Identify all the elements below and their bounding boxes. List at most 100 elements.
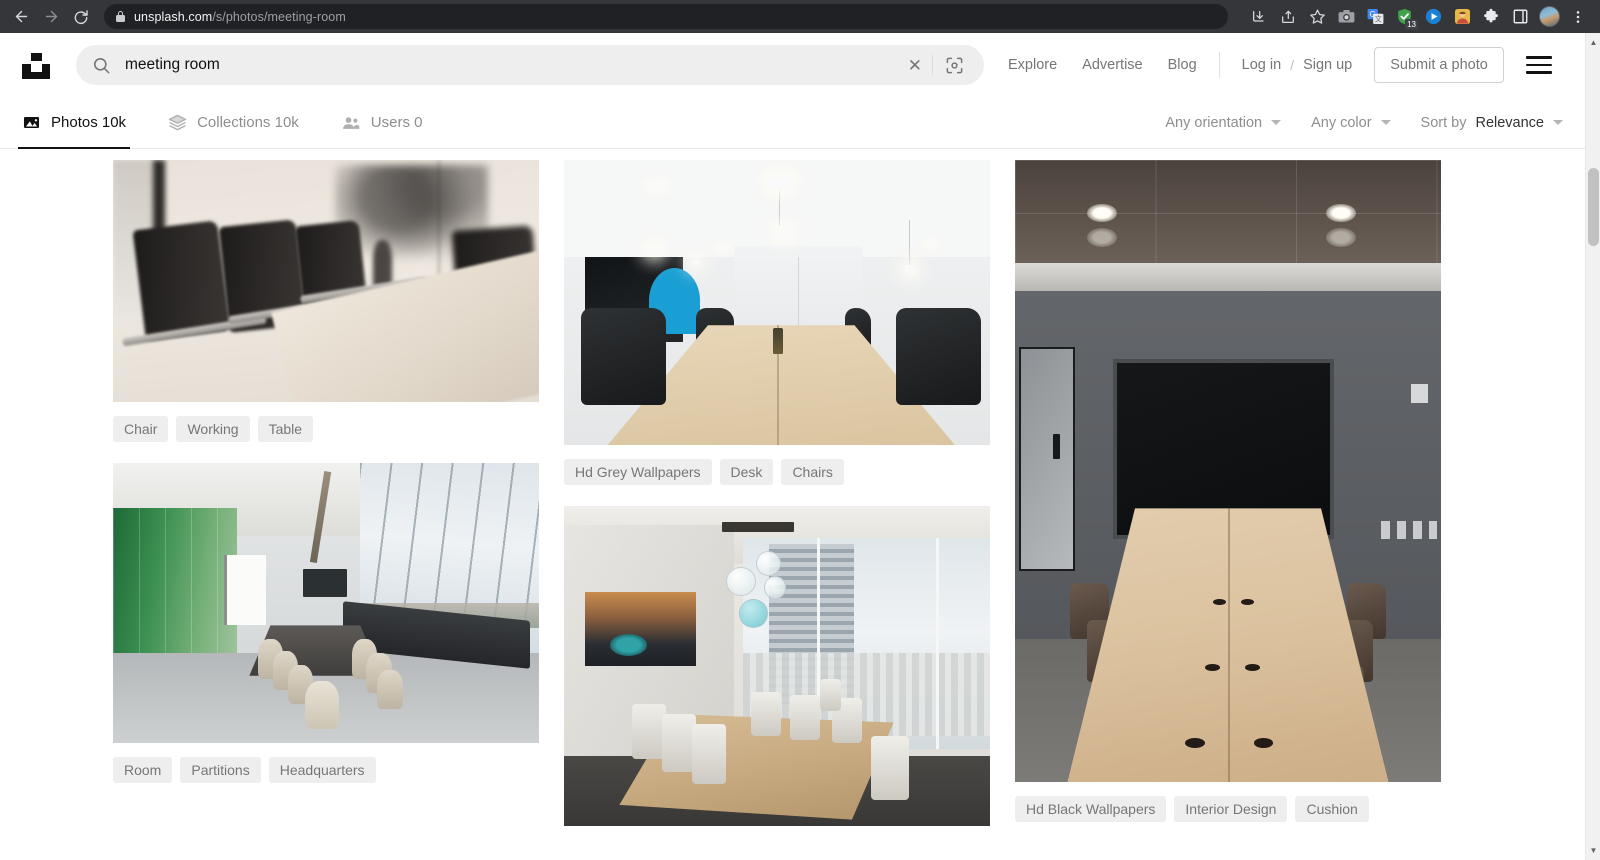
share-icon[interactable]	[1274, 3, 1302, 31]
tag[interactable]: Headquarters	[268, 757, 376, 783]
tag[interactable]: Working	[176, 416, 250, 442]
photo-thumbnail[interactable]	[564, 160, 990, 445]
avatar	[1538, 6, 1560, 27]
photo-tags: Room Partitions Headquarters	[113, 757, 539, 783]
scroll-down-arrow-icon[interactable]: ▼	[1586, 843, 1600, 858]
bookmark-star-icon[interactable]	[1303, 3, 1331, 31]
url-text: unsplash.com/s/photos/meeting-room	[134, 10, 346, 24]
tag[interactable]: Chairs	[781, 459, 844, 485]
tab-collections-label: Collections 10k	[197, 114, 299, 131]
tab-photos[interactable]: Photos 10k	[18, 97, 131, 149]
filter-controls: Any orientation Any color Sort by Releva…	[1165, 97, 1563, 148]
results-column-1: Chair Working Table Room Partitions Head…	[113, 160, 539, 826]
site-header: ✕ Explore Advertise Blog Log in / Sign u…	[0, 33, 1585, 97]
nav-link-explore[interactable]: Explore	[1008, 57, 1057, 73]
clear-search-icon[interactable]: ✕	[898, 57, 932, 74]
photo-thumbnail[interactable]	[113, 160, 539, 402]
tag[interactable]: Interior Design	[1174, 796, 1288, 822]
extensions-puzzle-icon[interactable]	[1477, 3, 1505, 31]
search-icon	[92, 56, 111, 75]
photo-icon	[22, 113, 41, 132]
forward-button[interactable]	[36, 2, 66, 32]
filter-color[interactable]: Any color	[1311, 114, 1391, 131]
filter-sort[interactable]: Sort by Relevance	[1421, 115, 1563, 131]
tag[interactable]: Desk	[719, 459, 774, 485]
users-icon	[341, 113, 361, 133]
header-divider	[1218, 52, 1220, 78]
extension-shield-check-icon[interactable]: 13	[1390, 3, 1418, 31]
photo-card[interactable]: Hd Black Wallpapers Interior Design Cush…	[1015, 160, 1441, 822]
photo-tags: Hd Black Wallpapers Interior Design Cush…	[1015, 796, 1441, 822]
photo-thumbnail[interactable]	[113, 463, 539, 743]
tab-photos-label: Photos 10k	[51, 114, 127, 131]
tag[interactable]: Table	[257, 416, 314, 442]
filter-orientation-label: Any orientation	[1165, 114, 1263, 131]
search-bar[interactable]: ✕	[76, 45, 984, 85]
profile-avatar[interactable]	[1535, 3, 1563, 31]
extension-badge-count: 13	[1405, 18, 1418, 30]
filter-color-label: Any color	[1311, 114, 1372, 131]
photo-tags: Chair Working Table	[113, 416, 539, 442]
header-nav: Explore Advertise Blog	[1008, 57, 1197, 73]
result-tabs: Photos 10k Collections 10k Users 0	[18, 97, 427, 149]
browser-toolbar: unsplash.com/s/photos/meeting-room G文 13	[0, 0, 1600, 33]
results-column-2: Hd Grey Wallpapers Desk Chairs	[564, 160, 990, 826]
photo-card[interactable]: Room Partitions Headquarters	[113, 463, 539, 783]
page-content: ✕ Explore Advertise Blog Log in / Sign u…	[0, 33, 1600, 860]
submit-photo-button[interactable]: Submit a photo	[1374, 47, 1504, 83]
chevron-down-icon	[1271, 120, 1282, 125]
photo-tags: Hd Grey Wallpapers Desk Chairs	[564, 459, 990, 485]
side-panel-icon[interactable]	[1506, 3, 1534, 31]
tab-users-label: Users 0	[370, 114, 423, 131]
nav-link-advertise[interactable]: Advertise	[1082, 57, 1142, 73]
tag[interactable]: Partitions	[180, 757, 261, 783]
login-link[interactable]: Log in	[1242, 57, 1282, 73]
extension-video-player-icon[interactable]	[1419, 3, 1447, 31]
lock-icon	[116, 11, 125, 22]
tag[interactable]: Chair	[113, 416, 169, 442]
filter-sort-value: Relevance	[1475, 114, 1544, 131]
results-toolbar: Photos 10k Collections 10k Users 0 Any o…	[0, 97, 1585, 149]
nav-link-blog[interactable]: Blog	[1168, 57, 1197, 73]
tag[interactable]: Hd Grey Wallpapers	[564, 459, 712, 485]
layers-icon	[168, 113, 187, 132]
url-domain: unsplash.com	[134, 9, 213, 24]
auth-separator: /	[1290, 57, 1295, 73]
tag[interactable]: Hd Black Wallpapers	[1015, 796, 1167, 822]
scroll-up-arrow-icon[interactable]: ▲	[1586, 35, 1600, 50]
auth-links: Log in / Sign up	[1242, 57, 1353, 73]
photo-card[interactable]: Hd Grey Wallpapers Desk Chairs	[564, 160, 990, 485]
results-column-3: Hd Black Wallpapers Interior Design Cush…	[1015, 160, 1441, 826]
photo-thumbnail[interactable]	[564, 506, 990, 826]
tag[interactable]: Room	[113, 757, 173, 783]
extension-google-translate-icon[interactable]: G文	[1361, 3, 1389, 31]
chevron-down-icon	[1380, 120, 1391, 125]
results-grid: Chair Working Table Room Partitions Head…	[0, 149, 1585, 826]
filter-sort-label: Sort by	[1420, 114, 1467, 131]
photo-card[interactable]	[564, 506, 990, 826]
visual-search-icon[interactable]	[933, 56, 970, 75]
unsplash-logo-icon[interactable]	[18, 47, 54, 83]
tab-collections[interactable]: Collections 10k	[164, 97, 303, 148]
tag[interactable]: Cushion	[1295, 796, 1369, 822]
scrollbar-thumb[interactable]	[1588, 168, 1599, 246]
photo-thumbnail[interactable]	[1015, 160, 1441, 782]
photo-card[interactable]: Chair Working Table	[113, 160, 539, 442]
signup-link[interactable]: Sign up	[1303, 57, 1352, 73]
chrome-menu-icon[interactable]	[1564, 3, 1592, 31]
address-bar[interactable]: unsplash.com/s/photos/meeting-room	[104, 4, 1228, 29]
back-button[interactable]	[6, 2, 36, 32]
search-input[interactable]	[125, 56, 898, 74]
extension-camera-icon[interactable]	[1332, 3, 1360, 31]
chevron-down-icon	[1553, 120, 1563, 125]
page-scrollbar[interactable]: ▲ ▼	[1585, 33, 1600, 860]
url-path: /s/photos/meeting-room	[212, 9, 346, 24]
svg-text:文: 文	[1374, 15, 1381, 24]
chrome-action-icons: G文 13	[1245, 3, 1594, 31]
download-icon[interactable]	[1245, 3, 1273, 31]
extension-avatar-icon[interactable]	[1448, 3, 1476, 31]
hamburger-menu-icon[interactable]	[1525, 56, 1552, 74]
tab-users[interactable]: Users 0	[337, 97, 427, 148]
filter-orientation[interactable]: Any orientation	[1165, 114, 1282, 131]
reload-button[interactable]	[66, 2, 96, 32]
